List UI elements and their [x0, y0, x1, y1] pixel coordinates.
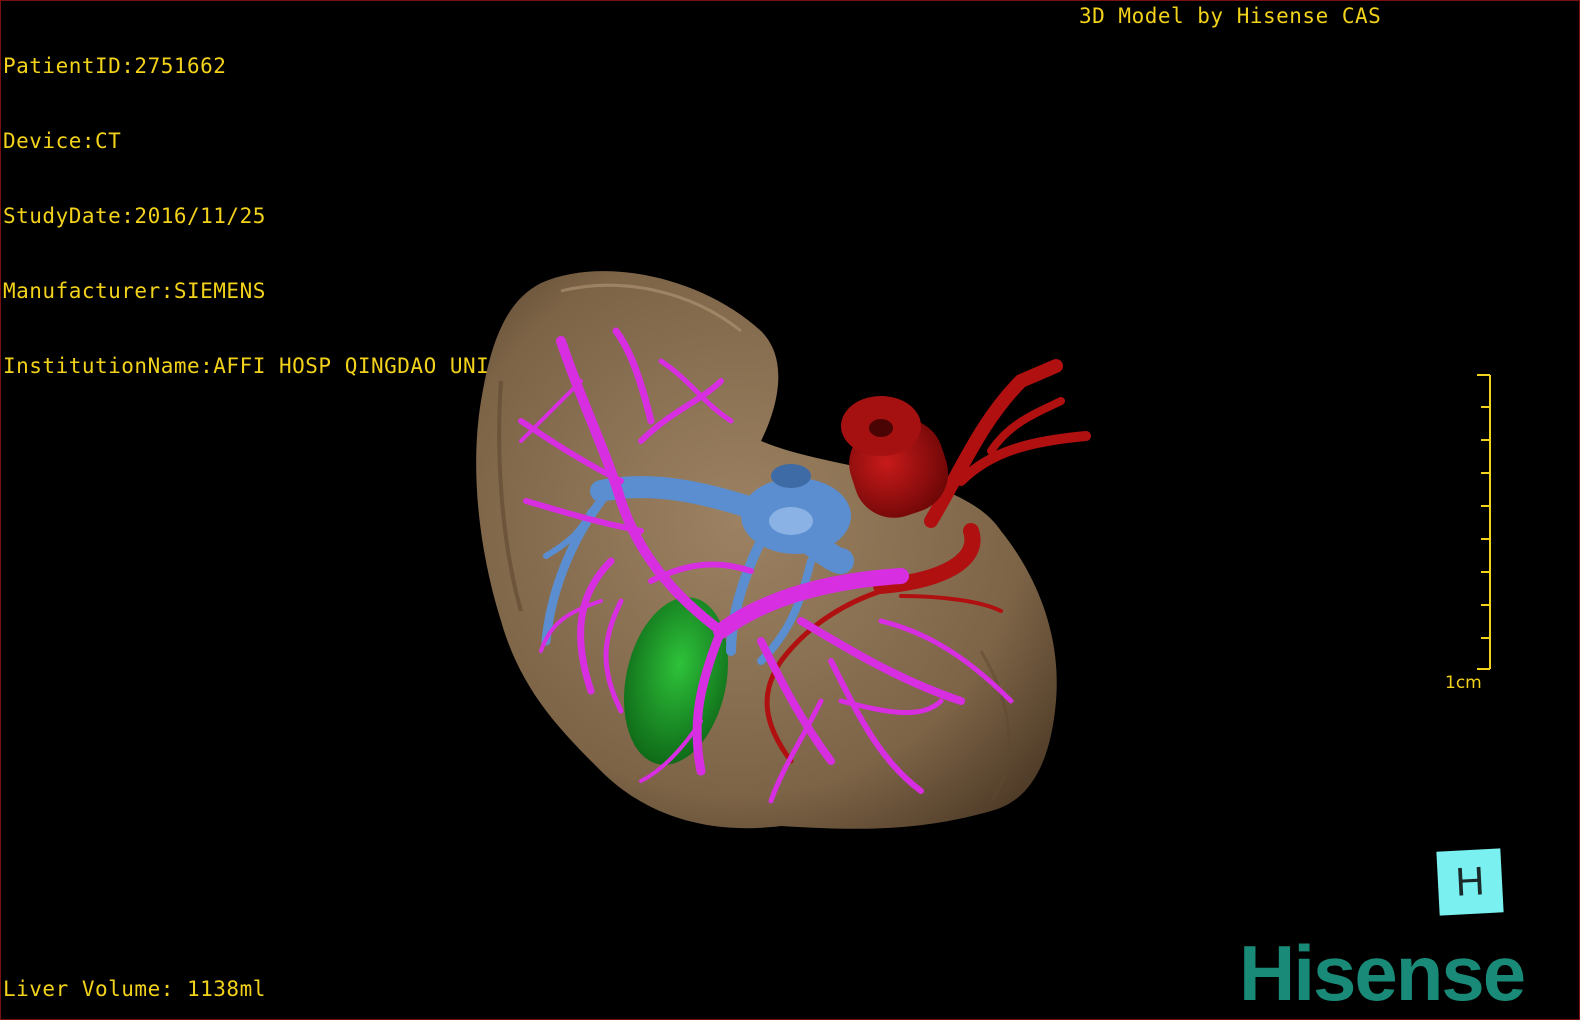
- institution-text: InstitutionName:AFFI HOSP QINGDAO UNI: [3, 354, 490, 378]
- patient-info-panel: PatientID:2751662 Device:CT StudyDate:20…: [3, 4, 489, 429]
- scale-bar-label: 1cm: [1445, 673, 1482, 693]
- scale-bar: [1421, 371, 1501, 701]
- 3d-viewport[interactable]: PatientID:2751662 Device:CT StudyDate:20…: [0, 0, 1580, 1020]
- hisense-logo: Hisense: [1239, 929, 1526, 1017]
- manufacturer-text: Manufacturer:SIEMENS: [3, 279, 266, 303]
- model-brand-label: 3D Model by Hisense CAS: [1079, 4, 1382, 28]
- device-text: Device:CT: [3, 129, 122, 153]
- liver-volume-text: Liver Volume: 1138ml: [3, 977, 266, 1001]
- orientation-cube[interactable]: H: [1436, 848, 1504, 916]
- patient-id-text: PatientID:2751662: [3, 54, 227, 78]
- orientation-label: H: [1454, 858, 1486, 905]
- study-date-text: StudyDate:2016/11/25: [3, 204, 266, 228]
